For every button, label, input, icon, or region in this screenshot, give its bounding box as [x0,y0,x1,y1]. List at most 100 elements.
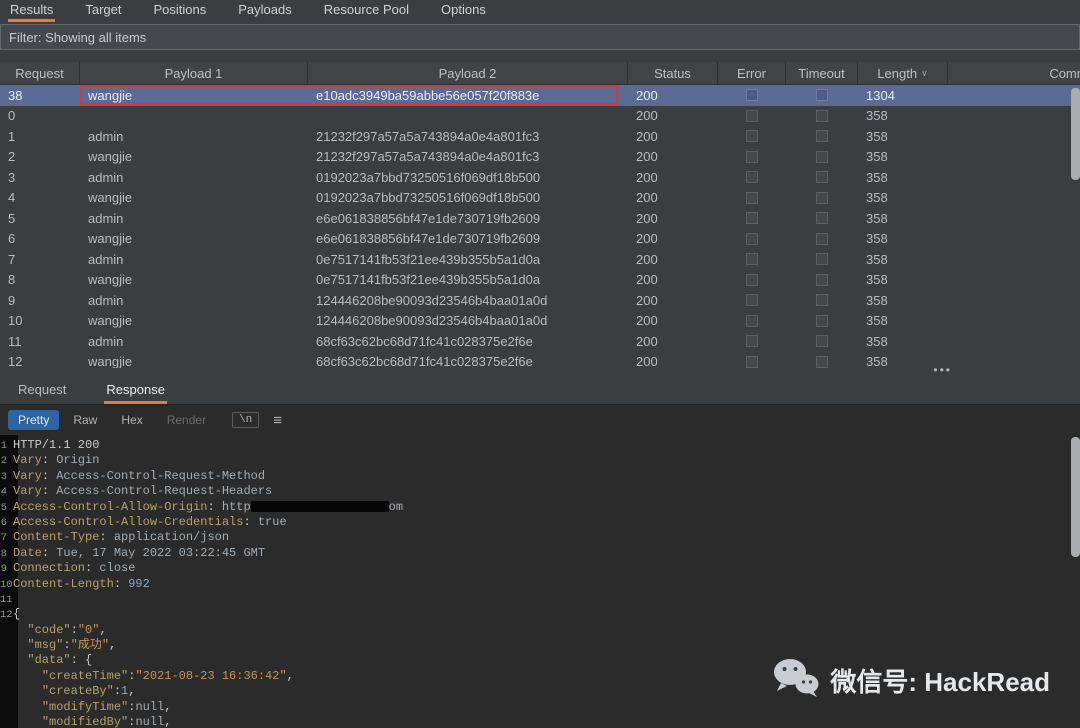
timeout-checkbox[interactable] [816,253,828,265]
response-text-segment: Content-Type [13,530,99,544]
line-number: 1 [0,439,13,454]
error-checkbox[interactable] [746,212,758,224]
tab-options[interactable]: Options [439,0,488,22]
column-header-payload-1[interactable]: Payload 1 [80,62,308,84]
cell-request: 3 [0,167,80,188]
hamburger-menu-icon[interactable]: ≡ [273,412,282,429]
column-header-payload-2[interactable]: Payload 2 [308,62,628,84]
timeout-checkbox[interactable] [816,335,828,347]
timeout-checkbox[interactable] [816,89,828,101]
response-text-segment: : [42,484,56,498]
splitter-handle-icon[interactable]: ••• [933,363,952,377]
view-mode-pretty[interactable]: Pretty [8,410,59,430]
table-row[interactable]: 3admin0192023a7bbd73250516f069df18b50020… [0,167,1080,188]
cell-status: 200 [628,249,718,270]
table-row[interactable]: 11admin68cf63c62bc68d71fc41c028375e2f6e2… [0,331,1080,352]
column-header-status[interactable]: Status [628,62,718,84]
error-checkbox[interactable] [746,253,758,265]
column-header-length[interactable]: Length∨ [858,62,948,84]
error-checkbox[interactable] [746,294,758,306]
table-row[interactable]: 9admin124446208be90093d23546b4baa01a0d20… [0,290,1080,311]
sort-indicator-icon: ∨ [921,68,928,79]
response-text-segment: { [13,607,20,621]
cell-request: 1 [0,126,80,147]
wrap-toggle-button[interactable]: \n [232,412,259,428]
error-checkbox[interactable] [746,335,758,347]
timeout-checkbox[interactable] [816,192,828,204]
error-checkbox[interactable] [746,315,758,327]
response-text-segment: Access-Control-Allow-Credentials [13,515,243,529]
timeout-checkbox[interactable] [816,233,828,245]
error-checkbox[interactable] [746,233,758,245]
timeout-checkbox[interactable] [816,274,828,286]
cell-error [718,290,786,311]
table-scrollbar-thumb[interactable] [1071,88,1080,180]
table-row[interactable]: 38wangjiee10adc3949ba59abbe56e057f20f883… [0,85,1080,106]
tab-results[interactable]: Results [8,0,55,22]
error-checkbox[interactable] [746,356,758,368]
editor-tab-bar: Request Response [0,378,1080,404]
table-row[interactable]: 10wangjie124446208be90093d23546b4baa01a0… [0,311,1080,332]
cell-length: 358 [858,331,948,352]
view-mode-buttons: PrettyRawHexRender [8,410,220,430]
response-scrollbar-thumb[interactable] [1071,437,1080,557]
cell-payload2: 0192023a7bbd73250516f069df18b500 [308,167,628,188]
editor-tab-response[interactable]: Response [104,378,167,404]
cell-request: 6 [0,229,80,250]
view-mode-raw[interactable]: Raw [63,410,107,430]
response-text-segment: : [42,453,56,467]
table-row[interactable]: 12wangjie68cf63c62bc68d71fc41c028375e2f6… [0,352,1080,369]
table-row[interactable]: 4wangjie0192023a7bbd73250516f069df18b500… [0,188,1080,209]
response-text-segment: , [99,623,106,637]
response-line: 6Access-Control-Allow-Credentials: true [0,515,1080,530]
table-row[interactable]: 8wangjie0e7517141fb53f21ee439b355b5a1d0a… [0,270,1080,291]
timeout-checkbox[interactable] [816,151,828,163]
error-checkbox[interactable] [746,274,758,286]
tab-resource-pool[interactable]: Resource Pool [322,0,411,22]
timeout-checkbox[interactable] [816,171,828,183]
response-line: 4Vary: Access-Control-Request-Headers [0,484,1080,499]
response-text-segment: Vary [13,469,42,483]
column-header-timeout[interactable]: Timeout [786,62,858,84]
response-line: 10Content-Length: 992 [0,577,1080,592]
column-header-request[interactable]: Request [0,62,80,84]
editor-tab-request[interactable]: Request [16,378,68,404]
cell-status: 200 [628,147,718,168]
table-row[interactable]: 1admin21232f297a57a5a743894a0e4a801fc320… [0,126,1080,147]
timeout-checkbox[interactable] [816,315,828,327]
tab-payloads[interactable]: Payloads [236,0,293,22]
tab-target[interactable]: Target [83,0,123,22]
filter-bar[interactable]: Filter: Showing all items [0,24,1080,50]
column-header-comment[interactable]: Comment [948,62,1080,84]
panel-splitter[interactable]: ••• [0,368,1080,378]
table-row[interactable]: 5admine6e061838856bf47e1de730719fb260920… [0,208,1080,229]
response-line: 1HTTP/1.1 200 [0,438,1080,453]
error-checkbox[interactable] [746,110,758,122]
error-checkbox[interactable] [746,130,758,142]
response-text-segment: : [114,684,121,698]
column-header-error[interactable]: Error [718,62,786,84]
tab-positions[interactable]: Positions [152,0,209,22]
timeout-checkbox[interactable] [816,212,828,224]
table-row[interactable]: 6wangjiee6e061838856bf47e1de730719fb2609… [0,229,1080,250]
table-row[interactable]: 2wangjie21232f297a57a5a743894a0e4a801fc3… [0,147,1080,168]
response-line: 5Access-Control-Allow-Origin: httpom [0,500,1080,515]
cell-payload1: wangjie [80,85,308,106]
error-checkbox[interactable] [746,192,758,204]
timeout-checkbox[interactable] [816,294,828,306]
view-mode-hex[interactable]: Hex [111,410,152,430]
table-row[interactable]: 0200358 [0,106,1080,127]
response-text-segment: close [99,561,135,575]
response-text-segment: "成功" [71,638,109,652]
timeout-checkbox[interactable] [816,130,828,142]
timeout-checkbox[interactable] [816,110,828,122]
response-text-segment: http [222,500,251,514]
error-checkbox[interactable] [746,151,758,163]
error-checkbox[interactable] [746,89,758,101]
error-checkbox[interactable] [746,171,758,183]
timeout-checkbox[interactable] [816,356,828,368]
cell-payload2: 21232f297a57a5a743894a0e4a801fc3 [308,147,628,168]
table-row[interactable]: 7admin0e7517141fb53f21ee439b355b5a1d0a20… [0,249,1080,270]
cell-length: 358 [858,106,948,127]
response-text-segment: "2021-08-23 16:36:42" [135,669,286,683]
